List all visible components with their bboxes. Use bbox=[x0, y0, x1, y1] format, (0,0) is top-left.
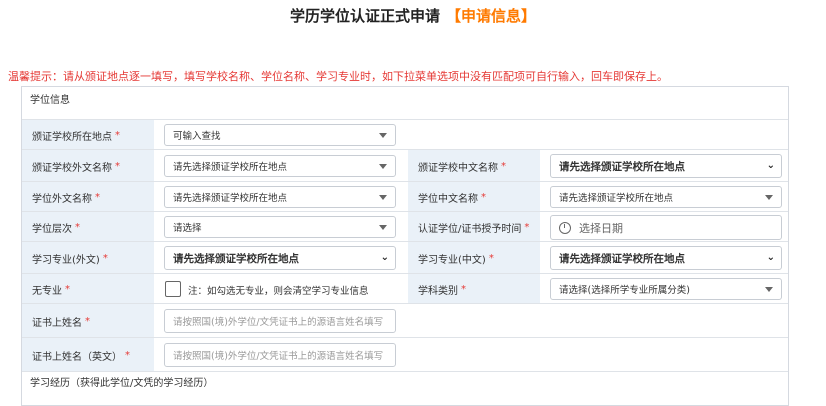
page-title: 学历学位认证正式申请 【申请信息】 bbox=[0, 5, 826, 26]
degree-foreign-name-select[interactable]: 请先选择颁证学校所在地点 bbox=[164, 186, 396, 208]
section-study-history: 学习经历（获得此学位/文凭的学习经历） bbox=[22, 371, 788, 395]
school-location-label: 颁证学校所在地点 * bbox=[22, 120, 154, 150]
row-no-major: 无专业 * 注：如勾选无专业，则会清空学习专业信息 学科类别 * 请选择(选择所学专… bbox=[22, 273, 788, 304]
row-degree-names: 学位外文名称 * 请先选择颁证学校所在地点 学位中文名称 * 请先选择颁证学校所在地… bbox=[22, 181, 788, 212]
dropdown-caret-icon bbox=[765, 195, 773, 200]
major-chinese-label: 学习专业(中文) * bbox=[408, 242, 540, 274]
application-form: 学位信息 颁证学校所在地点 * 可输入查找 颁证学校外文名称 * 请先选择颁证学校所… bbox=[21, 86, 789, 406]
school-location-select[interactable]: 可输入查找 bbox=[164, 124, 396, 146]
award-date-picker[interactable]: 选择日期 bbox=[550, 215, 782, 240]
degree-level-select[interactable]: 请选择 bbox=[164, 216, 396, 238]
clock-icon bbox=[559, 221, 571, 234]
no-major-note: 注：如勾选无专业，则会清空学习专业信息 bbox=[188, 286, 369, 297]
degree-chinese-name-label: 学位中文名称 * bbox=[408, 182, 540, 212]
name-on-cert-en-label: 证书上姓名（英文） * bbox=[22, 338, 154, 372]
degree-foreign-name-label: 学位外文名称 * bbox=[22, 182, 154, 212]
discipline-select[interactable]: 请选择(选择所学专业所属分类) bbox=[550, 278, 782, 300]
row-degree-level: 学位层次 * 请选择 认证学位/证书授予时间 * 选择日期 bbox=[22, 211, 788, 242]
dropdown-caret-icon bbox=[379, 195, 387, 200]
degree-chinese-name-select[interactable]: 请先选择颁证学校所在地点 bbox=[550, 186, 782, 208]
no-major-checkbox[interactable] bbox=[165, 281, 181, 297]
name-on-cert-en-input[interactable]: 请按照国(境)外学位/文凭证书上的源语言姓名填写 bbox=[164, 343, 396, 367]
major-foreign-select[interactable]: 请先选择颁证学校所在地点 ⌄ bbox=[164, 246, 396, 270]
major-foreign-label: 学习专业(外文) * bbox=[22, 242, 154, 274]
school-chinese-name-select[interactable]: 请先选择颁证学校所在地点 ⌄ bbox=[550, 154, 782, 178]
discipline-label: 学科类别 * bbox=[408, 274, 540, 304]
row-name-on-cert: 证书上姓名 * 请按照国(境)外学位/文凭证书上的源语言姓名填写 bbox=[22, 303, 788, 338]
award-date-label: 认证学位/证书授予时间 * bbox=[408, 212, 540, 242]
chevron-down-icon: ⌄ bbox=[766, 160, 775, 171]
dropdown-caret-icon bbox=[765, 287, 773, 292]
major-chinese-select[interactable]: 请先选择颁证学校所在地点 ⌄ bbox=[550, 246, 782, 270]
title-highlight: 【申请信息】 bbox=[446, 7, 537, 25]
row-name-on-cert-en: 证书上姓名（英文） * 请按照国(境)外学位/文凭证书上的源语言姓名填写 bbox=[22, 337, 788, 372]
school-foreign-name-label: 颁证学校外文名称 * bbox=[22, 150, 154, 182]
no-major-label: 无专业 * bbox=[22, 274, 154, 304]
dropdown-caret-icon bbox=[379, 164, 387, 169]
degree-level-label: 学位层次 * bbox=[22, 212, 154, 242]
row-school-location: 颁证学校所在地点 * 可输入查找 bbox=[22, 119, 788, 150]
row-school-names: 颁证学校外文名称 * 请先选择颁证学校所在地点 颁证学校中文名称 * 请先选择颁证学… bbox=[22, 149, 788, 182]
chevron-down-icon: ⌄ bbox=[766, 252, 775, 263]
row-majors: 学习专业(外文) * 请先选择颁证学校所在地点 ⌄ 学习专业(中文) * 请先选择颁证… bbox=[22, 241, 788, 274]
dropdown-caret-icon bbox=[379, 225, 387, 230]
chevron-down-icon: ⌄ bbox=[380, 252, 389, 263]
notice-text: 温馨提示：请从颁证地点逐一填写，填写学校名称、学位名称、学习专业时，如下拉菜单选… bbox=[8, 70, 668, 83]
school-foreign-name-select[interactable]: 请先选择颁证学校所在地点 bbox=[164, 155, 396, 177]
name-on-cert-input[interactable]: 请按照国(境)外学位/文凭证书上的源语言姓名填写 bbox=[164, 309, 396, 333]
dropdown-caret-icon bbox=[379, 133, 387, 138]
name-on-cert-label: 证书上姓名 * bbox=[22, 304, 154, 338]
school-chinese-name-label: 颁证学校中文名称 * bbox=[408, 150, 540, 182]
section-degree-info: 学位信息 bbox=[30, 95, 70, 106]
title-text: 学历学位认证正式申请 bbox=[289, 7, 440, 25]
